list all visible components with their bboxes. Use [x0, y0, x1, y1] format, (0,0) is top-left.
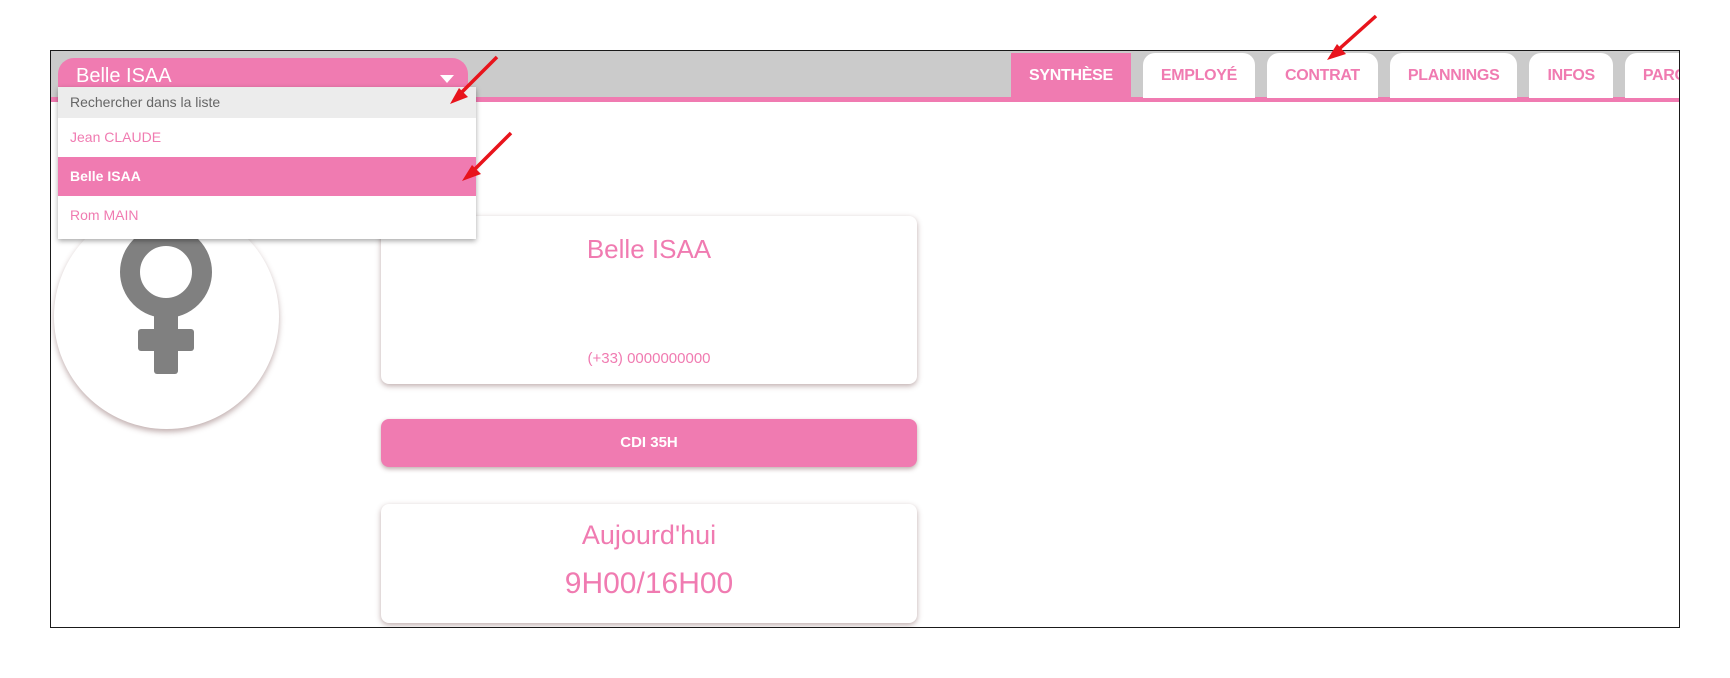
app-frame: Belle ISAA SYNTHÈSE EMPLOYÉ CONTRAT PLAN…: [50, 50, 1680, 628]
employee-dropdown-list: Rechercher dans la liste Jean CLAUDE Bel…: [58, 87, 476, 239]
tab-infos[interactable]: INFOS: [1529, 53, 1613, 98]
tab-employe[interactable]: EMPLOYÉ: [1142, 53, 1255, 98]
chevron-down-icon[interactable]: [440, 75, 454, 83]
dropdown-option[interactable]: Jean CLAUDE: [58, 118, 476, 157]
today-hours: 9H00/16H00: [564, 567, 734, 600]
today-label: Aujourd'hui: [581, 520, 717, 550]
profile-card: Belle ISAA (+33) 0000000000: [381, 216, 917, 384]
dropdown-option[interactable]: Rom MAIN: [58, 196, 476, 235]
tab-plannings[interactable]: PLANNINGS: [1389, 53, 1518, 98]
today-schedule-card: Aujourd'hui 9H00/16H00: [381, 504, 917, 623]
tab-contrat[interactable]: CONTRAT: [1266, 53, 1378, 98]
tab-parcours[interactable]: PARCOURS: [1624, 53, 1679, 98]
employee-selector-value: Belle ISAA: [76, 65, 172, 87]
tab-synthese[interactable]: SYNTHÈSE: [1011, 53, 1131, 98]
employee-phone: (+33) 0000000000: [587, 350, 711, 367]
contract-button[interactable]: CDI 35H: [381, 419, 917, 467]
dropdown-option-selected[interactable]: Belle ISAA: [58, 157, 476, 196]
tab-bar: SYNTHÈSE EMPLOYÉ CONTRAT PLANNINGS INFOS…: [1011, 53, 1679, 100]
dropdown-search-input[interactable]: Rechercher dans la liste: [58, 87, 476, 118]
